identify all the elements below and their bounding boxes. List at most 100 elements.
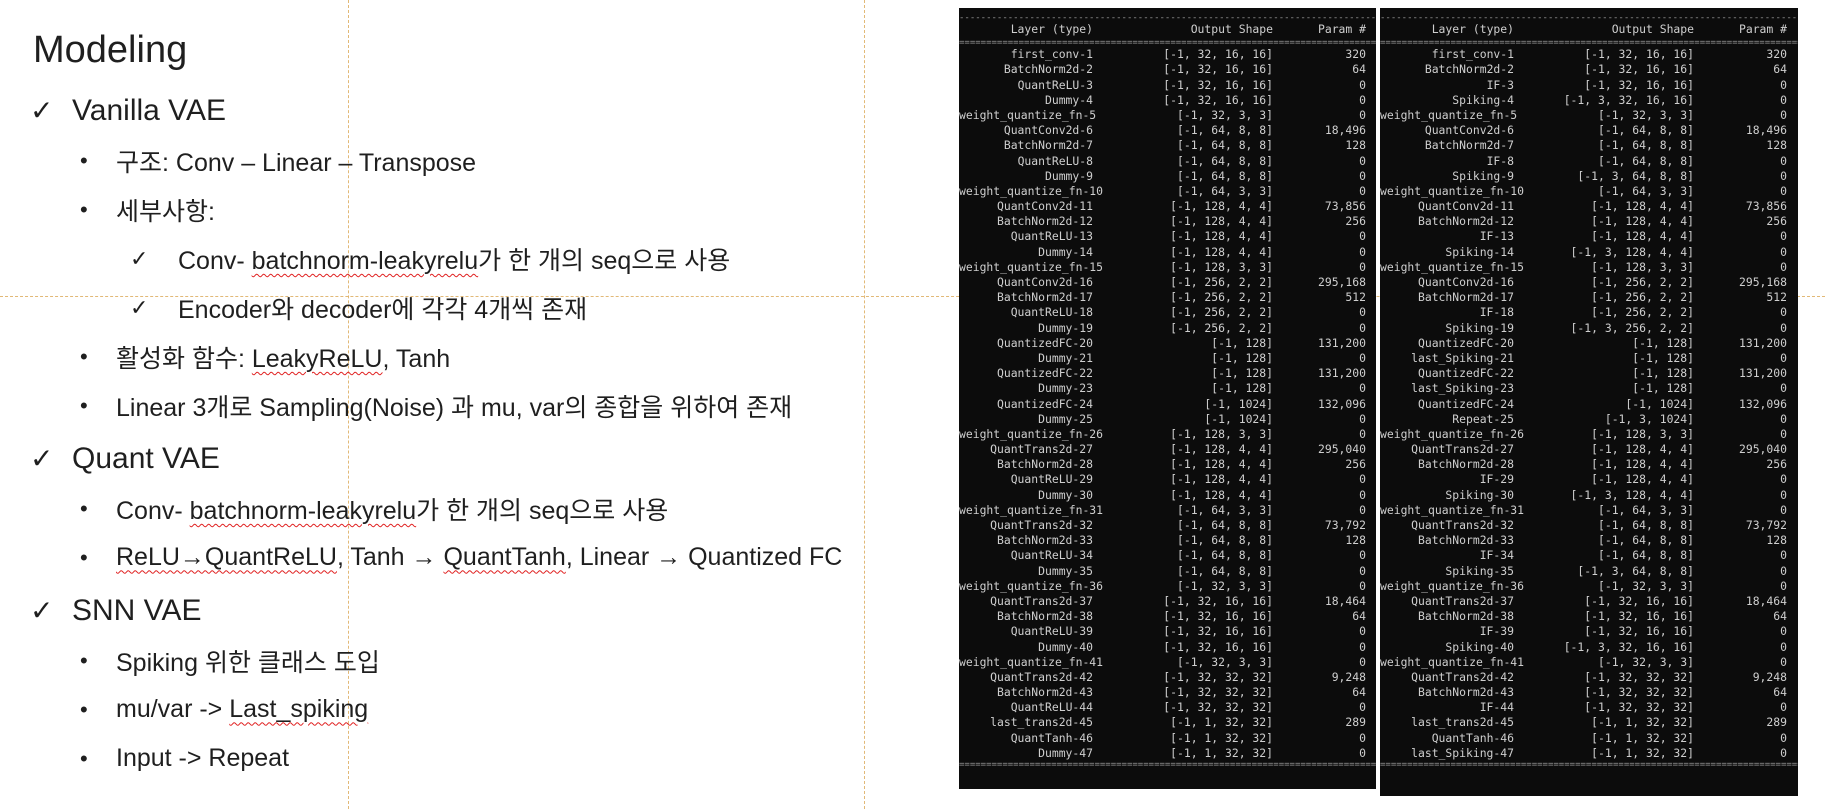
param-cell: 295,040 [1317, 442, 1366, 457]
param-cell: 0 [1780, 183, 1787, 198]
shape-cell: [-1, 64, 3, 3] [1597, 502, 1694, 517]
section-vanilla: ✓ Vanilla VAE [30, 90, 960, 132]
layer-cell: QuantReLU-44 [1010, 700, 1093, 715]
layer-cell: IF-44 [1479, 700, 1514, 715]
table-header: Layer (type) Output Shape Param # [1380, 22, 1798, 37]
table-row: weight_quantize_fn-41 [-1, 32, 3, 3] 0 [959, 655, 1376, 670]
layer-cell: QuantTrans2d-42 [1411, 669, 1514, 684]
column-header: Param # [1317, 22, 1366, 36]
table-row: QuantizedFC-24 [-1, 1024] 132,096 [1380, 397, 1798, 412]
param-cell: 0 [1780, 487, 1787, 502]
list-item: • Spiking 위한 클래스 도입 [80, 644, 960, 678]
shape-cell: [-1, 32, 16, 16] [1584, 77, 1694, 92]
layer-cell: IF-3 [1486, 77, 1514, 92]
table-row: QuantReLU-8 [-1, 64, 8, 8] 0 [959, 154, 1376, 169]
shape-cell: [-1, 128, 3, 3] [1170, 426, 1273, 441]
param-cell: 0 [1359, 107, 1366, 122]
table-row: Dummy-35 [-1, 64, 8, 8] 0 [959, 564, 1376, 579]
table-row: Dummy-14 [-1, 128, 4, 4] 0 [959, 245, 1376, 260]
table-row: BatchNorm2d-7 [-1, 64, 8, 8] 128 [1380, 138, 1798, 153]
layer-cell: Dummy-25 [1038, 411, 1093, 426]
slide-content: Modeling ✓ Vanilla VAE • 구조: Conv – Line… [30, 29, 960, 791]
param-cell: 0 [1359, 700, 1366, 715]
table-row: QuantReLU-44 [-1, 32, 32, 32] 0 [959, 700, 1376, 715]
shape-cell: [-1, 32, 32, 32] [1584, 685, 1694, 700]
shape-cell: [-1, 32, 3, 3] [1176, 107, 1273, 122]
shape-cell: [-1, 256, 2, 2] [1591, 275, 1694, 289]
param-cell: 0 [1359, 305, 1366, 320]
shape-cell: [-1, 32, 16, 16] [1584, 593, 1694, 608]
param-cell: 256 [1766, 457, 1787, 472]
param-cell: 0 [1780, 578, 1787, 593]
check-icon: ✓ [30, 595, 54, 627]
separator-line: ----------------------------------------… [959, 14, 1376, 22]
table-row: Spiking-4 [-1, 3, 32, 16, 16] 0 [1380, 93, 1798, 108]
check-icon: ✓ [130, 294, 149, 320]
layer-cell: QuantizedFC-22 [996, 366, 1093, 381]
shape-cell: [-1, 32, 3, 3] [1597, 654, 1694, 669]
table-row: weight_quantize_fn-26 [-1, 128, 3, 3] 0 [1380, 427, 1798, 442]
param-cell: 0 [1359, 411, 1366, 426]
param-cell: 73,856 [1745, 199, 1787, 214]
layer-cell: QuantConv2d-11 [996, 199, 1093, 214]
param-cell: 0 [1780, 654, 1787, 669]
shape-cell: [-1, 256, 2, 2] [1170, 275, 1273, 289]
layer-cell: QuantTrans2d-32 [1411, 518, 1514, 532]
table-row: QuantizedFC-20 [-1, 128] 131,200 [959, 336, 1376, 351]
layer-cell: weight_quantize_fn-36 [1380, 578, 1525, 593]
page-title: Modeling [33, 29, 188, 71]
shape-cell: [-1, 3, 256, 2, 2] [1570, 320, 1694, 335]
table-row: IF-44 [-1, 32, 32, 32] 0 [1380, 700, 1798, 715]
layer-cell: last_Spiking-47 [1411, 745, 1514, 760]
param-cell: 0 [1359, 381, 1366, 396]
layer-cell: BatchNorm2d-38 [996, 609, 1093, 624]
param-cell: 0 [1359, 259, 1366, 274]
param-cell: 64 [1352, 685, 1366, 700]
shape-cell: [-1, 64, 8, 8] [1597, 138, 1694, 153]
shape-cell: [-1, 128] [1632, 381, 1694, 396]
table-row: QuantTrans2d-42 [-1, 32, 32, 32] 9,248 [1380, 670, 1798, 685]
layer-cell: QuantTrans2d-27 [1411, 442, 1514, 457]
separator-line: ========================================… [959, 761, 1376, 769]
layer-cell: BatchNorm2d-12 [996, 214, 1093, 229]
shape-cell: [-1, 64, 8, 8] [1176, 563, 1273, 578]
shape-cell: [-1, 3, 32, 16, 16] [1563, 92, 1694, 107]
param-cell: 0 [1359, 624, 1366, 639]
model-summary-snn: ----------------------------------------… [1380, 8, 1798, 796]
layer-cell: QuantReLU-13 [1010, 229, 1093, 244]
layer-cell: last_Spiking-21 [1411, 350, 1514, 365]
item-text: 활성화 함수: LeakyReLU, Tanh [116, 344, 451, 373]
param-cell: 0 [1359, 350, 1366, 365]
layer-cell: QuantReLU-29 [1010, 472, 1093, 487]
table-row: BatchNorm2d-38 [-1, 32, 16, 16] 64 [959, 609, 1376, 624]
table-row: Spiking-30 [-1, 3, 128, 4, 4] 0 [1380, 488, 1798, 503]
table-row: Dummy-23 [-1, 128] 0 [959, 381, 1376, 396]
param-cell: 295,040 [1738, 442, 1787, 457]
layer-cell: QuantReLU-18 [1010, 305, 1093, 320]
table-row: BatchNorm2d-17 [-1, 256, 2, 2] 512 [959, 290, 1376, 305]
shape-cell: [-1, 128, 4, 4] [1170, 229, 1273, 244]
shape-cell: [-1, 3, 128, 4, 4] [1570, 487, 1694, 502]
list-item: • mu/var -> Last_spiking [80, 693, 960, 727]
column-header: Output Shape [1190, 22, 1273, 36]
table-row: IF-3 [-1, 32, 16, 16] 0 [1380, 78, 1798, 93]
shape-cell: [-1, 64, 8, 8] [1176, 168, 1273, 183]
layer-cell: QuantTrans2d-37 [990, 593, 1093, 608]
table-row: QuantReLU-13 [-1, 128, 4, 4] 0 [959, 229, 1376, 244]
shape-cell: [-1, 32, 3, 3] [1597, 107, 1694, 122]
layer-cell: QuantizedFC-20 [996, 335, 1093, 350]
param-cell: 0 [1359, 487, 1366, 502]
bullet-list: ✓ Vanilla VAE • 구조: Conv – Linear – Tran… [30, 90, 960, 776]
item-text: Input -> Repeat [116, 744, 290, 773]
list-item: • 구조: Conv – Linear – Transpose [80, 144, 960, 178]
table-row: IF-8 [-1, 64, 8, 8] 0 [1380, 154, 1798, 169]
layer-cell: Dummy-47 [1038, 745, 1093, 760]
table-row: Spiking-14 [-1, 3, 128, 4, 4] 0 [1380, 245, 1798, 260]
shape-cell: [-1, 256, 2, 2] [1591, 305, 1694, 320]
table-row: QuantConv2d-16 [-1, 256, 2, 2] 295,168 [1380, 275, 1798, 290]
layer-cell: Dummy-35 [1038, 563, 1093, 578]
layer-cell: weight_quantize_fn-15 [959, 259, 1104, 274]
table-row: Dummy-25 [-1, 1024] 0 [959, 412, 1376, 427]
param-cell: 0 [1359, 730, 1366, 745]
shape-cell: [-1, 128, 4, 4] [1591, 442, 1694, 457]
